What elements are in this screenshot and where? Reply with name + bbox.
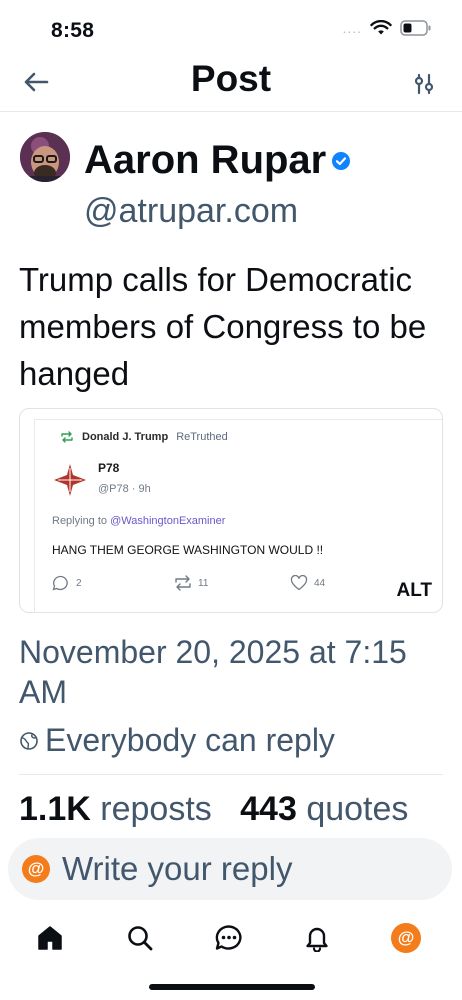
divider <box>19 774 443 775</box>
status-time: 8:58 <box>51 19 95 42</box>
quotes-label: quotes <box>306 790 409 828</box>
search-icon <box>128 926 153 951</box>
truth-author-handle: @P78 · 9h <box>98 483 151 495</box>
reply-composer[interactable]: @ Write your reply <box>8 838 452 900</box>
globe-icon <box>20 731 38 750</box>
post-date: November 20, 2025 at 7:15 AM <box>19 634 407 710</box>
tab-notifications[interactable] <box>295 916 339 960</box>
wifi-icon <box>370 20 392 35</box>
header: Post <box>0 56 462 112</box>
bottom-tab-bar: @ <box>0 908 462 968</box>
author-row: Aaron Rupar @atrupar.com <box>18 130 448 240</box>
signal-icon: .... <box>342 20 362 36</box>
author-handle[interactable]: @atrupar.com <box>84 192 298 231</box>
retruth-icon <box>61 431 73 443</box>
reply-input-placeholder: Write your reply <box>62 850 293 887</box>
truth-replies: 2 <box>52 575 82 591</box>
profile-avatar: @ <box>391 923 421 953</box>
repost-icon <box>175 575 191 591</box>
retruth-row: Donald J. Trump ReTruthed <box>60 431 228 443</box>
chat-icon <box>215 925 242 950</box>
truth-likes-count: 44 <box>314 577 326 589</box>
author-name-text: Aaron Rupar <box>84 138 327 182</box>
reply-setting-text: Everybody can reply <box>45 722 335 758</box>
embedded-image[interactable]: Donald J. Trump ReTruthed P78 @P78 · 9h … <box>19 408 443 613</box>
tab-profile[interactable]: @ <box>384 916 428 960</box>
page-title: Post <box>190 58 272 99</box>
cross-logo-icon <box>54 464 86 496</box>
heart-icon <box>290 575 308 591</box>
truth-replies-count: 2 <box>76 577 82 589</box>
retruth-author: Donald J. Trump <box>82 431 169 443</box>
truth-author-name: P78 <box>98 461 120 475</box>
home-icon <box>38 926 62 950</box>
post-stats: 1.1K reposts 443 quotes <box>19 790 408 829</box>
bell-icon <box>306 927 328 952</box>
alt-badge[interactable]: ALT <box>394 580 434 602</box>
truth-retruths: 11 <box>174 575 208 591</box>
avatar[interactable] <box>20 132 70 182</box>
replying-link: @WashingtonExaminer <box>110 515 226 527</box>
comment-icon <box>52 575 68 591</box>
truth-body: HANG THEM GEORGE WASHINGTON WOULD !! <box>52 543 324 557</box>
battery-icon <box>400 20 431 36</box>
replying-prefix: Replying to <box>52 515 111 527</box>
tab-search[interactable] <box>118 916 162 960</box>
truth-likes: 44 <box>290 575 325 591</box>
post-text: Trump calls for Democratic members of Co… <box>19 261 427 392</box>
reposts-stat[interactable]: 1.1K reposts <box>19 790 212 828</box>
composer-avatar: @ <box>22 855 50 883</box>
replying-to: Replying to @WashingtonExaminer <box>52 515 225 527</box>
verified-badge-icon <box>332 151 351 170</box>
author-avatar-image <box>20 132 70 182</box>
thread-options-button[interactable] <box>408 68 440 100</box>
retruth-verb: ReTruthed <box>176 431 228 443</box>
home-indicator <box>149 984 315 990</box>
reposts-label: reposts <box>100 790 212 828</box>
status-bar: 8:58 .... <box>0 0 462 62</box>
author-name[interactable]: Aaron Rupar <box>84 138 351 183</box>
tab-chat[interactable] <box>207 916 251 960</box>
quotes-count: 443 <box>240 790 297 828</box>
truth-actions: 2 11 44 <box>52 575 412 595</box>
reply-setting[interactable]: Everybody can reply <box>19 722 335 759</box>
quotes-stat[interactable]: 443 quotes <box>240 790 408 828</box>
reposts-count: 1.1K <box>19 790 91 828</box>
status-icons: .... <box>342 20 432 36</box>
sliders-icon <box>414 73 434 95</box>
tab-home[interactable] <box>28 916 72 960</box>
truth-retruths-count: 11 <box>198 577 209 589</box>
